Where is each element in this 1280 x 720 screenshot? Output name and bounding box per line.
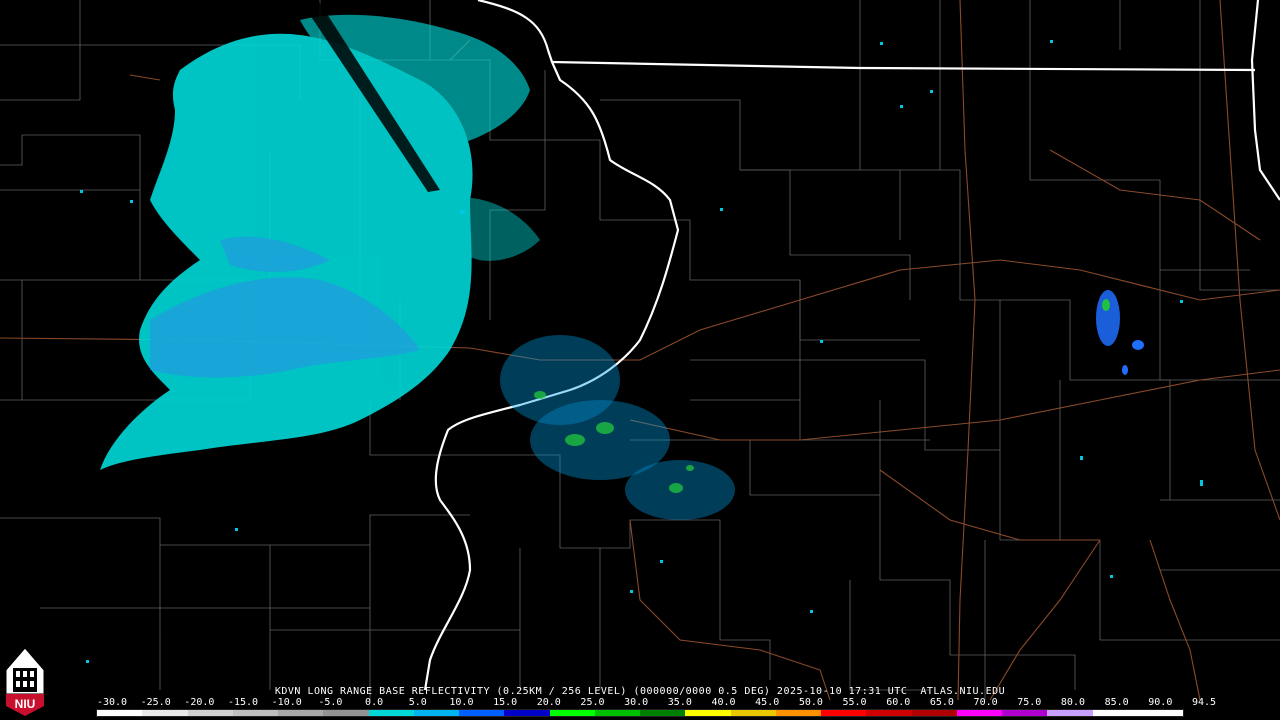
colorbar-swatch bbox=[1092, 710, 1138, 716]
reflectivity-colorbar bbox=[96, 709, 1184, 717]
colorbar-label: 94.5 bbox=[1191, 697, 1217, 708]
colorbar-label: 5.0 bbox=[408, 697, 427, 708]
colorbar-label: 85.0 bbox=[1104, 697, 1129, 708]
colorbar-swatch bbox=[685, 710, 731, 716]
colorbar-swatch bbox=[459, 710, 505, 716]
colorbar-label: 75.0 bbox=[1017, 697, 1042, 708]
colorbar-label: -25.0 bbox=[140, 697, 171, 708]
colorbar-label: 0.0 bbox=[365, 697, 384, 708]
colorbar-swatch bbox=[866, 710, 912, 716]
colorbar-label: 15.0 bbox=[493, 697, 518, 708]
colorbar-label: -5.0 bbox=[318, 697, 343, 708]
colorbar-label: -30.0 bbox=[96, 697, 128, 708]
colorbar-swatch bbox=[1137, 710, 1183, 716]
colorbar-label: 10.0 bbox=[449, 697, 474, 708]
colorbar-swatch bbox=[911, 710, 957, 716]
colorbar-swatch bbox=[504, 710, 550, 716]
colorbar-label: 70.0 bbox=[973, 697, 998, 708]
colorbar-label: 60.0 bbox=[886, 697, 911, 708]
colorbar-swatch bbox=[730, 710, 776, 716]
colorbar-label: 65.0 bbox=[929, 697, 954, 708]
colorbar-swatch bbox=[821, 710, 867, 716]
colorbar-swatch bbox=[323, 710, 369, 716]
colorbar-label: 30.0 bbox=[624, 697, 649, 708]
colorbar-label: 55.0 bbox=[842, 697, 867, 708]
colorbar-label: 35.0 bbox=[667, 697, 692, 708]
colorbar-labels: -30.0 -25.0 -20.0 -15.0 -10.0 -5.0 0.0 5.0 10.0 1… bbox=[0, 697, 1280, 709]
colorbar-swatch bbox=[1047, 710, 1093, 716]
colorbar-swatch bbox=[413, 710, 459, 716]
colorbar-label: -20.0 bbox=[184, 697, 215, 708]
colorbar-label: 50.0 bbox=[798, 697, 823, 708]
colorbar-swatch bbox=[232, 710, 278, 716]
colorbar-swatch bbox=[97, 710, 143, 716]
colorbar-swatch bbox=[278, 710, 324, 716]
colorbar-label: 25.0 bbox=[580, 697, 605, 708]
colorbar-swatch bbox=[640, 710, 686, 716]
colorbar-swatch bbox=[368, 710, 414, 716]
colorbar-swatch bbox=[594, 710, 640, 716]
colorbar-swatch bbox=[1002, 710, 1048, 716]
colorbar-label: 80.0 bbox=[1060, 697, 1085, 708]
radar-map bbox=[0, 0, 1280, 720]
colorbar-label: 20.0 bbox=[536, 697, 561, 708]
colorbar-swatch bbox=[549, 710, 595, 716]
colorbar-swatch bbox=[187, 710, 233, 716]
colorbar-label: 90.0 bbox=[1148, 697, 1173, 708]
colorbar-label: -15.0 bbox=[227, 697, 259, 708]
colorbar-swatch bbox=[775, 710, 821, 716]
colorbar-swatch bbox=[956, 710, 1002, 716]
radar-echoes-east-core bbox=[1102, 299, 1110, 311]
colorbar-swatch bbox=[142, 710, 188, 716]
colorbar-label: -10.0 bbox=[271, 697, 302, 708]
colorbar-label: 40.0 bbox=[711, 697, 736, 708]
colorbar-label: 45.0 bbox=[755, 697, 780, 708]
